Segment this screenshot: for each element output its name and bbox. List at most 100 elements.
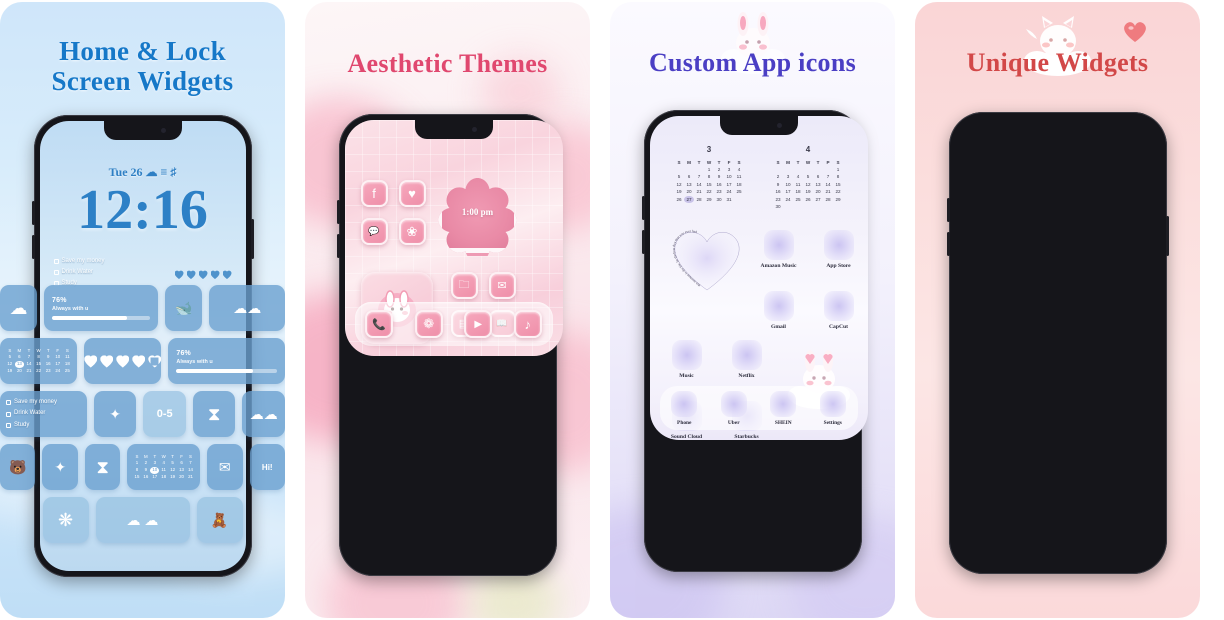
app-tile: [770, 390, 797, 417]
volume-up-button[interactable]: [946, 198, 950, 222]
power-button[interactable]: [1165, 216, 1169, 256]
app-icon-amazon-music[interactable]: Amazon Music: [756, 230, 802, 269]
app-label: Netflix: [738, 373, 755, 380]
flower-clock-widget[interactable]: 1:00 pm: [442, 176, 514, 248]
todo-label: Study: [61, 280, 77, 287]
app-label: Music: [679, 373, 694, 380]
app-label: App Store: [826, 263, 851, 270]
bear-widget[interactable]: 🐻: [0, 444, 36, 490]
panel-unique-widgets[interactable]: Unique Widgets: [915, 2, 1200, 618]
chat-icon: 💬: [368, 226, 380, 236]
dock: Phone Uber SHEIN Settings: [659, 386, 858, 431]
heart-text-widget[interactable]: this moment is the life. be the best day…: [664, 216, 750, 298]
dock-icon-youtube[interactable]: ▶: [464, 310, 493, 338]
app-icon-music[interactable]: Music: [664, 340, 710, 379]
panel-home-lock-screen-widgets[interactable]: Home & Lock Screen Widgets Tue 26 ☁ ≡ ♯ …: [0, 2, 285, 618]
panel-title: Unique Widgets: [966, 48, 1149, 77]
icon-row: f ♥ 💬 ❀ 1:00 pm: [360, 180, 547, 248]
todo-item[interactable]: Save my money: [53, 256, 105, 267]
todo-item[interactable]: Drink Water: [53, 267, 105, 278]
notch: [414, 120, 493, 139]
cloud-icon: ☁: [9, 298, 28, 318]
cloud-widget[interactable]: ☁: [0, 285, 38, 331]
volume-down-button[interactable]: [946, 232, 950, 256]
volume-up-button[interactable]: [336, 200, 340, 224]
dock-icon-settings[interactable]: Settings: [814, 390, 852, 426]
heart-mascot: [1122, 20, 1148, 49]
volume-down-button[interactable]: [336, 234, 340, 258]
greeting-text: Hi!: [261, 462, 273, 472]
weather-icon: ☁ ≡ ♯: [145, 165, 177, 179]
app-icon-chat[interactable]: 💬: [360, 218, 388, 245]
panel-title: Custom App icons: [648, 48, 857, 77]
calendar-month-label: 3: [706, 145, 712, 154]
home-screen: f ♥ 💬 ❀ 1:00 pm 🗀 ✉ 📞 ❁ ▶ ♪: [344, 120, 563, 356]
dock-icon-instagram[interactable]: ❁: [414, 310, 443, 338]
app-tile: [720, 390, 747, 417]
calendar-month: 4 SMTWTPS 1 2345678 9 10 11 12 13 14 15 16 17 18…: [773, 144, 843, 210]
panel-title-line-1: Home & Lock: [59, 36, 226, 66]
clock-time: 1:00 pm: [461, 207, 494, 217]
checkbox-icon[interactable]: [5, 411, 11, 417]
heart-icon: [199, 270, 208, 279]
facebook-icon: f: [372, 186, 376, 201]
home-screen: 3 SMTWTFS 1234 5 6 7 8 9 10 11 12 13 14 15 16 17 18 …: [649, 116, 868, 441]
dock-icon-shein[interactable]: SHEIN: [764, 390, 802, 426]
cloud-icon: ☁☁: [249, 406, 278, 422]
dock-icon-music[interactable]: ♪: [513, 310, 542, 338]
power-button[interactable]: [250, 219, 254, 259]
dock-icon-uber[interactable]: Uber: [715, 390, 753, 426]
checkbox-icon[interactable]: [5, 422, 11, 428]
todo-label: Study: [13, 421, 30, 428]
todo-item[interactable]: Study: [53, 278, 105, 289]
checkbox-icon[interactable]: [5, 400, 11, 406]
lock-screen-date: Tue 26 ☁ ≡ ♯: [40, 165, 246, 180]
app-icon-mail[interactable]: ✉: [488, 272, 516, 299]
phone-mockup: [946, 112, 1169, 574]
app-tile: [763, 230, 794, 261]
app-icon-folder[interactable]: 🗀: [450, 272, 478, 299]
app-label: Sound Cloud: [670, 434, 703, 441]
panel-custom-app-icons[interactable]: Custom App icons 3 SMTWTFS 1234 5 6 7 8 9 10 1…: [610, 2, 895, 618]
panel-title: Home & Lock Screen Widgets: [0, 36, 285, 96]
checkbox-icon[interactable]: [53, 281, 59, 287]
todo-widget[interactable]: Save my money Drink Water Study: [53, 256, 105, 289]
app-icon-app-store[interactable]: App Store: [816, 230, 862, 269]
app-label: Starbucks: [734, 434, 759, 441]
todo-label: Drink Water: [61, 269, 93, 276]
flower-icon: ❁: [423, 316, 435, 331]
calendar-month: 3 SMTWTFS 1234 5 6 7 8 9 10 11 12 13 14 15 16 17 18 …: [674, 144, 744, 210]
heart-icon: [223, 270, 232, 279]
volume-up-button[interactable]: [641, 196, 645, 220]
app-icon-capcut[interactable]: CapCut: [816, 291, 862, 330]
volume-up-button[interactable]: [31, 201, 35, 225]
app-tile: [763, 291, 794, 322]
home-screen-row: this moment is the life. be the best day…: [650, 210, 868, 330]
heart-outline-icon: this moment is the life. be the best day…: [671, 229, 740, 291]
app-icon-gmail[interactable]: Gmail: [756, 291, 802, 330]
heart-tracker-widget[interactable]: [175, 256, 232, 279]
app-tile: [819, 390, 846, 417]
checkbox-icon[interactable]: [53, 259, 59, 265]
phone-mockup: Tue 26 ☁ ≡ ♯ 12:16 Save my money Drink W…: [31, 115, 254, 577]
app-icon-heart[interactable]: ♥: [398, 180, 426, 207]
app-icon-flower[interactable]: ❀: [398, 218, 426, 245]
dock-icon-phone[interactable]: Phone: [665, 390, 703, 426]
checkbox-icon[interactable]: [53, 270, 59, 276]
volume-down-button[interactable]: [641, 230, 645, 254]
mail-icon: ✉: [497, 280, 507, 292]
app-icon-grid: Amazon Music App Store Gmail CapCut: [756, 216, 862, 330]
dock: 📞 ❁ ▶ ♪: [354, 302, 553, 346]
dock-icon-phone[interactable]: 📞: [365, 310, 394, 338]
todo-label: Save my money: [61, 258, 105, 264]
panel-aesthetic-themes[interactable]: Aesthetic Themes f ♥ 💬 ❀ 1:00 pm 🗀 ✉ 📞 ❁…: [305, 2, 590, 618]
calendar-month-label: 4: [805, 145, 811, 154]
app-icon-netflix[interactable]: Netflix: [724, 340, 770, 379]
lock-screen-widget-row: Save my money Drink Water Study: [40, 238, 246, 289]
app-icon-facebook[interactable]: f: [360, 180, 388, 207]
app-label: Phone: [677, 419, 692, 426]
volume-down-button[interactable]: [31, 235, 35, 259]
greeting-widget[interactable]: Hi!: [249, 444, 285, 490]
phone-mockup: f ♥ 💬 ❀ 1:00 pm 🗀 ✉ 📞 ❁ ▶ ♪: [336, 114, 563, 576]
panel-title: Aesthetic Themes: [347, 49, 548, 78]
